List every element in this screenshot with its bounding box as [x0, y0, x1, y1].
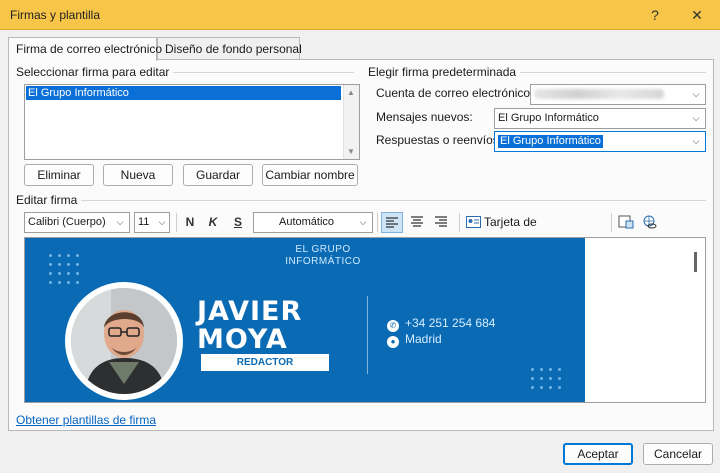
phone-number: +34 251 254 684 — [405, 316, 496, 330]
new-button[interactable]: Nueva — [103, 164, 173, 186]
toolbar-separator — [611, 213, 612, 232]
signature-list[interactable]: El Grupo Informático ▲ ▼ — [24, 84, 360, 160]
chevron-down-icon: ⌵ — [692, 113, 700, 123]
signature-name: JAVIER MOYA — [197, 298, 302, 354]
profile-photo — [65, 282, 183, 400]
font-color-select[interactable]: Automático ⌵ — [253, 212, 373, 233]
business-card-icon — [466, 216, 481, 228]
title-bar: Firmas y plantilla ? ✕ — [0, 0, 720, 30]
divider — [16, 200, 706, 201]
last-name: MOYA — [197, 324, 288, 355]
toolbar-separator — [176, 213, 177, 232]
font-color-value: Automático — [278, 216, 335, 228]
divider — [367, 296, 368, 374]
signature-brand: EL GRUPO INFORMÁTICO — [263, 244, 383, 268]
close-button[interactable]: ✕ — [686, 4, 708, 26]
cancel-button[interactable]: Cancelar — [643, 443, 713, 465]
list-scrollbar[interactable]: ▲ ▼ — [343, 85, 359, 159]
insert-hyperlink-icon[interactable] — [640, 212, 660, 236]
font-size-select[interactable]: 11 ⌵ — [134, 212, 170, 233]
chevron-down-icon: ⌵ — [116, 217, 124, 227]
underline-button[interactable]: S — [230, 212, 246, 233]
city: Madrid — [405, 332, 442, 346]
bold-button[interactable]: N — [182, 212, 198, 233]
edit-signature-label: Editar firma — [16, 193, 82, 207]
location-pin-icon: ● — [387, 336, 399, 348]
phone-row: ✆ +34 251 254 684 — [387, 316, 495, 332]
get-templates-link[interactable]: Obtener plantillas de firma — [16, 413, 156, 427]
signature-role: REDACTOR — [201, 354, 329, 371]
signature-editor[interactable]: EL GRUPO INFORMÁTICO JAVIER MOYA REDACTO… — [24, 237, 706, 403]
account-value-redacted — [534, 89, 664, 99]
first-name: JAVIER — [197, 296, 303, 327]
replies-select[interactable]: El Grupo Informático ⌵ — [494, 131, 706, 152]
rename-button[interactable]: Cambiar nombre — [262, 164, 358, 186]
font-value: Calibri (Cuerpo) — [28, 216, 106, 228]
insert-picture-icon[interactable] — [616, 212, 636, 236]
account-label: Cuenta de correo electrónico: — [376, 86, 534, 100]
scrollbar-thumb[interactable] — [694, 252, 697, 272]
chevron-down-icon: ⌵ — [359, 217, 367, 227]
phone-icon: ✆ — [387, 320, 399, 332]
new-messages-label: Mensajes nuevos: — [376, 110, 473, 124]
font-select[interactable]: Calibri (Cuerpo) ⌵ — [24, 212, 130, 233]
new-messages-value: El Grupo Informático — [498, 112, 599, 124]
brand-line-1: EL GRUPO — [295, 244, 351, 255]
replies-value: El Grupo Informático — [497, 134, 604, 149]
align-right-icon[interactable] — [430, 212, 452, 235]
select-signature-label: Seleccionar firma para editar — [16, 65, 174, 79]
font-size-value: 11 — [138, 216, 150, 228]
location-row: ● Madrid — [387, 332, 442, 348]
decorative-dots — [49, 254, 79, 284]
editor-scrollbar[interactable] — [685, 238, 705, 402]
align-center-icon[interactable] — [406, 212, 428, 235]
save-button[interactable]: Guardar — [183, 164, 253, 186]
chevron-down-icon: ⌵ — [158, 217, 166, 227]
new-messages-select[interactable]: El Grupo Informático ⌵ — [494, 108, 706, 129]
align-left-icon[interactable] — [381, 212, 403, 233]
italic-button[interactable]: K — [205, 212, 221, 233]
chevron-down-icon: ⌵ — [692, 136, 700, 146]
tab-personal-stationery[interactable]: Diseño de fondo personal — [157, 37, 302, 60]
help-button[interactable]: ? — [644, 4, 666, 26]
ok-button[interactable]: Aceptar — [563, 443, 633, 465]
delete-button[interactable]: Eliminar — [24, 164, 94, 186]
scroll-up-icon[interactable]: ▲ — [347, 88, 355, 97]
toolbar-separator — [459, 213, 460, 232]
replies-label: Respuestas o reenvíos: — [376, 133, 503, 147]
brand-line-2: INFORMÁTICO — [285, 256, 361, 267]
window-title: Firmas y plantilla — [10, 8, 101, 22]
signature-list-item[interactable]: El Grupo Informático — [25, 85, 342, 101]
default-signature-label: Elegir firma predeterminada — [368, 65, 521, 79]
chevron-down-icon: ⌵ — [692, 89, 700, 99]
scroll-down-icon[interactable]: ▼ — [347, 147, 355, 156]
signature-banner: EL GRUPO INFORMÁTICO JAVIER MOYA REDACTO… — [25, 238, 585, 402]
toolbar-separator — [377, 213, 378, 232]
person-portrait-icon — [71, 288, 177, 394]
tab-email-signature[interactable]: Firma de correo electrónico — [8, 37, 162, 61]
decorative-dots — [531, 368, 561, 389]
